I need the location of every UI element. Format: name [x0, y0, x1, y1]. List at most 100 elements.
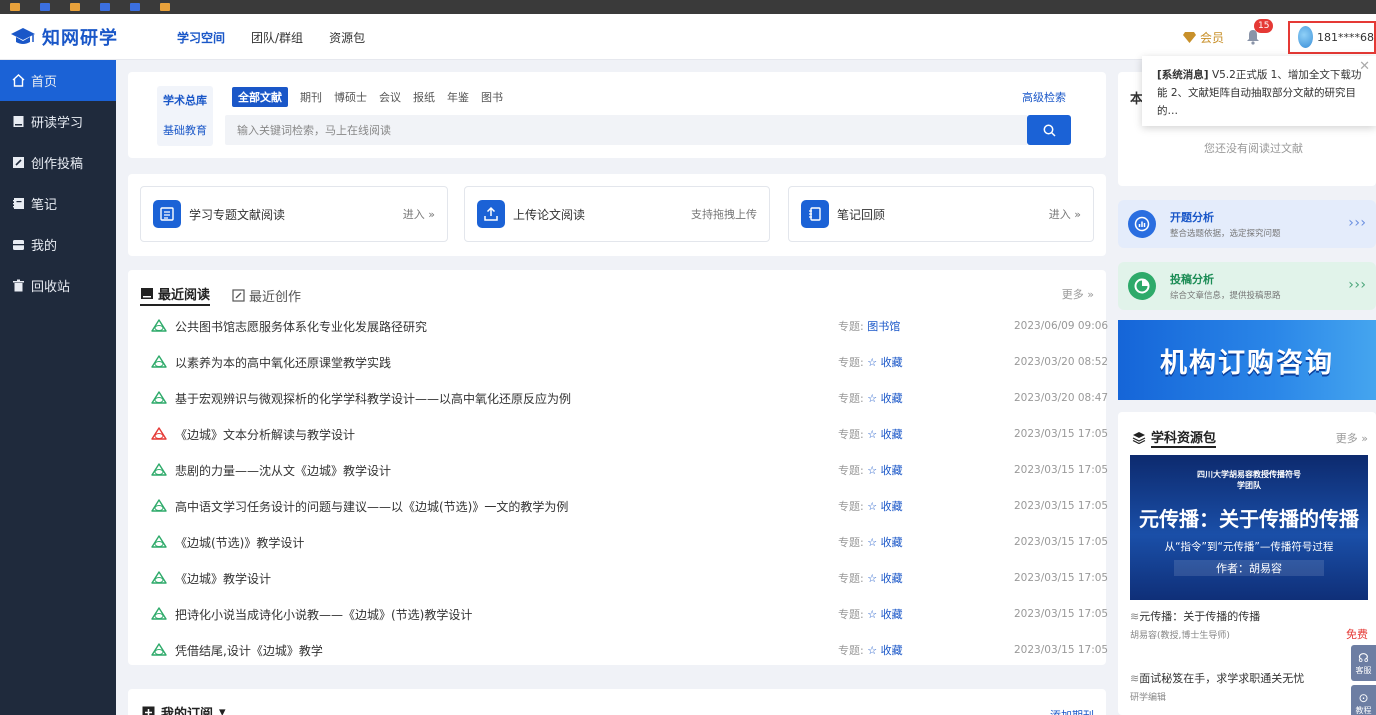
- sidebar-item-writing[interactable]: 创作投稿: [0, 142, 116, 183]
- quick-topic-reading[interactable]: 学习专题文献阅读 进入 »: [140, 186, 448, 242]
- notebook-icon: [13, 198, 24, 209]
- site-logo[interactable]: 知网研学: [10, 24, 118, 50]
- search-input[interactable]: [225, 115, 1027, 145]
- quick-notes-review[interactable]: 笔记回顾 进入 »: [788, 186, 1094, 242]
- topic-value[interactable]: ☆ 收藏: [867, 536, 902, 549]
- nav-team-group[interactable]: 团队/群组: [251, 29, 303, 46]
- customer-service-button[interactable]: ☊ 客服: [1351, 645, 1376, 681]
- recent-title[interactable]: 把诗化小说当成诗化小说教——《边城》(节选)教学设计: [175, 606, 472, 623]
- resource-item-title: 面试秘笈在手，求学求职通关无忧: [1139, 672, 1305, 685]
- search-button[interactable]: [1027, 115, 1071, 145]
- recent-title[interactable]: 凭借结尾,设计《边城》教学: [175, 642, 323, 659]
- quick-upload-paper[interactable]: 上传论文阅读 支持拖拽上传: [464, 186, 770, 242]
- recent-list: 公共图书馆志愿服务体系化专业化发展路径研究 专题: 图书馆 2023/06/09 0…: [128, 308, 1109, 668]
- bookmark-item[interactable]: [70, 3, 80, 11]
- subscription-title[interactable]: 我的订阅: [161, 703, 213, 715]
- topic-value[interactable]: ☆ 收藏: [867, 572, 902, 585]
- topic-value[interactable]: ☆ 收藏: [867, 644, 902, 657]
- resource-item-title: 元传播：关于传播的传播: [1139, 610, 1261, 623]
- sidebar-item-notes[interactable]: 笔记: [0, 183, 116, 224]
- recent-row[interactable]: 凭借结尾,设计《边城》教学 专题: ☆ 收藏 2023/03/15 17:05: [128, 632, 1108, 668]
- recent-title[interactable]: 《边城》文本分析解读与教学设计: [175, 426, 355, 443]
- bookmark-item[interactable]: [160, 3, 170, 11]
- institution-order-banner[interactable]: 机构订购咨询: [1118, 320, 1376, 400]
- home-icon: [12, 74, 25, 87]
- bookmark-item[interactable]: [130, 3, 140, 11]
- recent-row[interactable]: 以素养为本的高中氧化还原课堂教学实践 专题: ☆ 收藏 2023/03/20 08:…: [128, 344, 1108, 380]
- subscription-panel: 我的订阅 ▾ 添加期刊: [128, 689, 1106, 715]
- resource-item-sub: 胡易容(教授,博士生导师): [1130, 631, 1230, 641]
- type-thesis[interactable]: 博硕士: [334, 89, 367, 105]
- recent-row[interactable]: 《边城》教学设计 专题: ☆ 收藏 2023/03/15 17:05: [128, 560, 1109, 596]
- db-tab-academic[interactable]: 学术总库: [157, 86, 213, 116]
- cover-sub: 从“指令”到“元传播”—传播符号过程: [1164, 541, 1334, 553]
- sidebar-item-research[interactable]: 研读学习: [0, 101, 116, 142]
- type-all[interactable]: 全部文献: [232, 87, 288, 107]
- sidebar-item-recycle[interactable]: 回收站: [0, 265, 116, 306]
- notification-button[interactable]: 15: [1246, 19, 1274, 45]
- resource-cover-banner[interactable]: 四川大学胡易容教授传播符号学团队 元传播：关于传播的传播 从“指令”到“元传播”…: [1130, 455, 1368, 600]
- chevron-down-icon[interactable]: ▾: [219, 705, 226, 715]
- resource-item[interactable]: ≋面试秘笈在手，求学求职通关无忧 研学编辑: [1130, 670, 1304, 703]
- recent-row[interactable]: 公共图书馆志愿服务体系化专业化发展路径研究 专题: 图书馆 2023/06/09 0…: [128, 308, 1108, 344]
- layers-icon: [1132, 432, 1146, 444]
- recent-row[interactable]: 把诗化小说当成诗化小说教——《边城》(节选)教学设计 专题: ☆ 收藏 2023/0…: [128, 596, 1109, 632]
- sidebar-item-home[interactable]: 首页: [0, 60, 116, 101]
- recent-date: 2023/03/15 17:05: [1014, 572, 1109, 584]
- nav-study-space[interactable]: 学习空间: [177, 29, 225, 46]
- recent-title[interactable]: 基于宏观辨识与微观探析的化学学科教学设计——以高中氧化还原反应为例: [175, 390, 571, 407]
- sidebar-item-mine[interactable]: 我的: [0, 224, 116, 265]
- topic-value[interactable]: ☆ 收藏: [867, 464, 902, 477]
- recent-row[interactable]: 基于宏观辨识与微观探析的化学学科教学设计——以高中氧化还原反应为例 专题: ☆ 收…: [128, 380, 1108, 416]
- bookmark-item[interactable]: [10, 3, 20, 11]
- resource-item[interactable]: ≋元传播：关于传播的传播 胡易容(教授,博士生导师): [1130, 608, 1260, 641]
- user-menu[interactable]: 181****68: [1288, 20, 1376, 54]
- recent-title[interactable]: 以素养为本的高中氧化还原课堂教学实践: [175, 354, 391, 371]
- topic-value[interactable]: ☆ 收藏: [867, 500, 902, 513]
- topic-analysis-banner[interactable]: 开题分析 整合选题依据，选定探究问题 › › ›: [1118, 200, 1376, 248]
- upload-icon: [477, 200, 505, 228]
- advanced-search-link[interactable]: 高级检索: [1022, 89, 1066, 105]
- recent-row[interactable]: 高中语文学习任务设计的问题与建议——以《边城(节选)》一文的教学为例 专题: ☆ …: [128, 488, 1108, 524]
- close-icon[interactable]: ✕: [1359, 58, 1370, 76]
- topic-value[interactable]: ☆ 收藏: [867, 356, 902, 369]
- banner-desc: 整合选题依据，选定探究问题: [1170, 229, 1281, 239]
- nav-resource-pack[interactable]: 资源包: [329, 29, 365, 46]
- vip-button[interactable]: 会员: [1182, 29, 1224, 46]
- tab-recent-writing[interactable]: 最近创作: [232, 286, 301, 305]
- quick-action[interactable]: 进入 »: [403, 206, 435, 222]
- recent-row[interactable]: 《边城》文本分析解读与教学设计 专题: ☆ 收藏 2023/03/15 17:05: [128, 416, 1108, 452]
- submission-analysis-banner[interactable]: 投稿分析 综合文章信息，提供投稿思路 › › ›: [1118, 262, 1376, 310]
- layers-icon: ≋: [1130, 610, 1140, 623]
- topic-label: 专题:: [838, 536, 864, 549]
- type-yearbook[interactable]: 年鉴: [447, 89, 469, 105]
- system-notice-popup[interactable]: ✕ [系统消息] V5.2正式版 1、增加全文下载功能 2、文献矩阵自动抽取部分…: [1142, 56, 1376, 126]
- topic-value[interactable]: ☆ 收藏: [867, 428, 902, 441]
- recent-date: 2023/03/15 17:05: [1014, 608, 1109, 620]
- topic-value[interactable]: 图书馆: [867, 320, 900, 333]
- type-conference[interactable]: 会议: [379, 89, 401, 105]
- recent-title[interactable]: 《边城(节选)》教学设计: [175, 534, 304, 551]
- recent-title[interactable]: 悲剧的力量——沈从文《边城》教学设计: [175, 462, 391, 479]
- quick-action[interactable]: 进入 »: [1049, 206, 1081, 222]
- bookmark-item[interactable]: [100, 3, 110, 11]
- recent-title[interactable]: 高中语文学习任务设计的问题与建议——以《边城(节选)》一文的教学为例: [175, 498, 568, 515]
- promo-text: 机构订购咨询: [1160, 347, 1334, 379]
- recent-row[interactable]: 《边城(节选)》教学设计 专题: ☆ 收藏 2023/03/15 17:05: [128, 524, 1108, 560]
- type-book[interactable]: 图书: [481, 89, 503, 105]
- topic-value[interactable]: ☆ 收藏: [867, 608, 902, 621]
- tab-recent-reading[interactable]: 最近阅读: [140, 284, 211, 306]
- bookmark-item[interactable]: [40, 3, 50, 11]
- banner-title: 投稿分析: [1170, 273, 1214, 286]
- recent-title[interactable]: 公共图书馆志愿服务体系化专业化发展路径研究: [175, 318, 427, 335]
- type-newspaper[interactable]: 报纸: [413, 89, 435, 105]
- recent-title[interactable]: 《边城》教学设计: [175, 570, 271, 587]
- add-journal-link[interactable]: 添加期刊: [1050, 707, 1094, 715]
- topic-value[interactable]: ☆ 收藏: [867, 392, 902, 405]
- tutorial-button[interactable]: ⊙ 教程: [1351, 685, 1376, 715]
- resource-more-link[interactable]: 更多 »: [1336, 430, 1368, 446]
- recent-more-link[interactable]: 更多 »: [1062, 286, 1094, 302]
- db-tab-basic-education[interactable]: 基础教育: [157, 116, 213, 146]
- recent-row[interactable]: 悲剧的力量——沈从文《边城》教学设计 专题: ☆ 收藏 2023/03/15 17:…: [128, 452, 1108, 488]
- type-journal[interactable]: 期刊: [300, 89, 322, 105]
